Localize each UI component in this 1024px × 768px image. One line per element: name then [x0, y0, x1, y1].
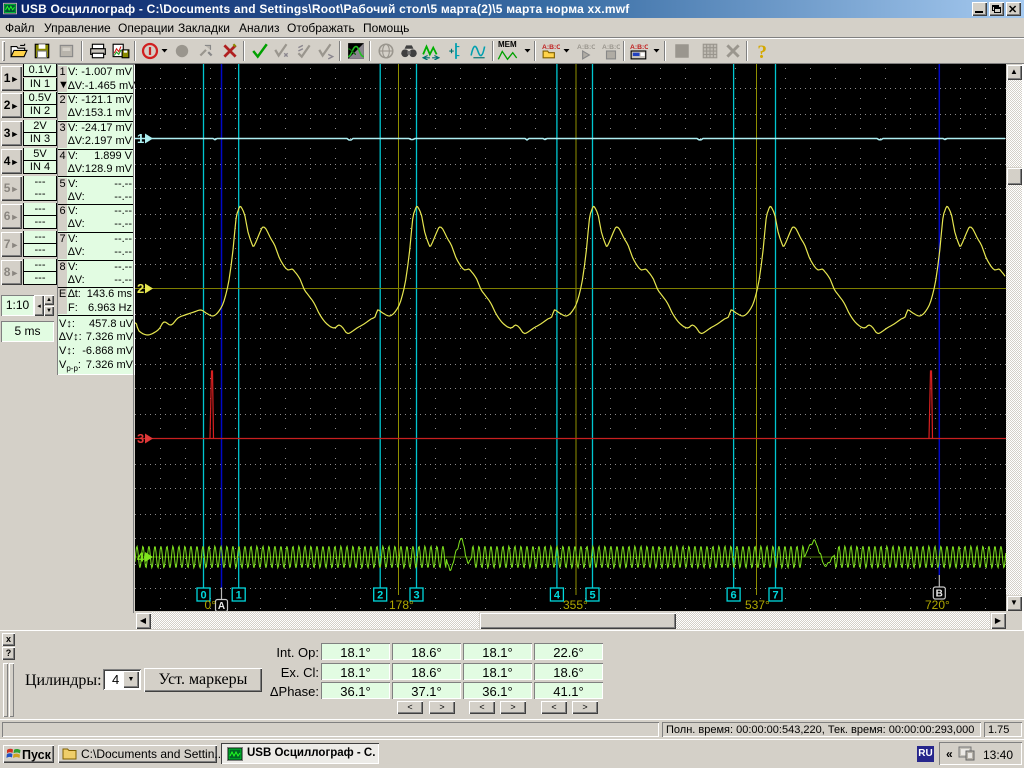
svg-text:A:B:C: A:B:C — [602, 44, 620, 51]
svg-text:?: ? — [757, 42, 767, 60]
svg-text:A:B:C: A:B:C — [577, 44, 595, 51]
svg-text:A:B:C: A:B:C — [630, 44, 648, 51]
svg-text:A:B:C: A:B:C — [542, 44, 560, 51]
